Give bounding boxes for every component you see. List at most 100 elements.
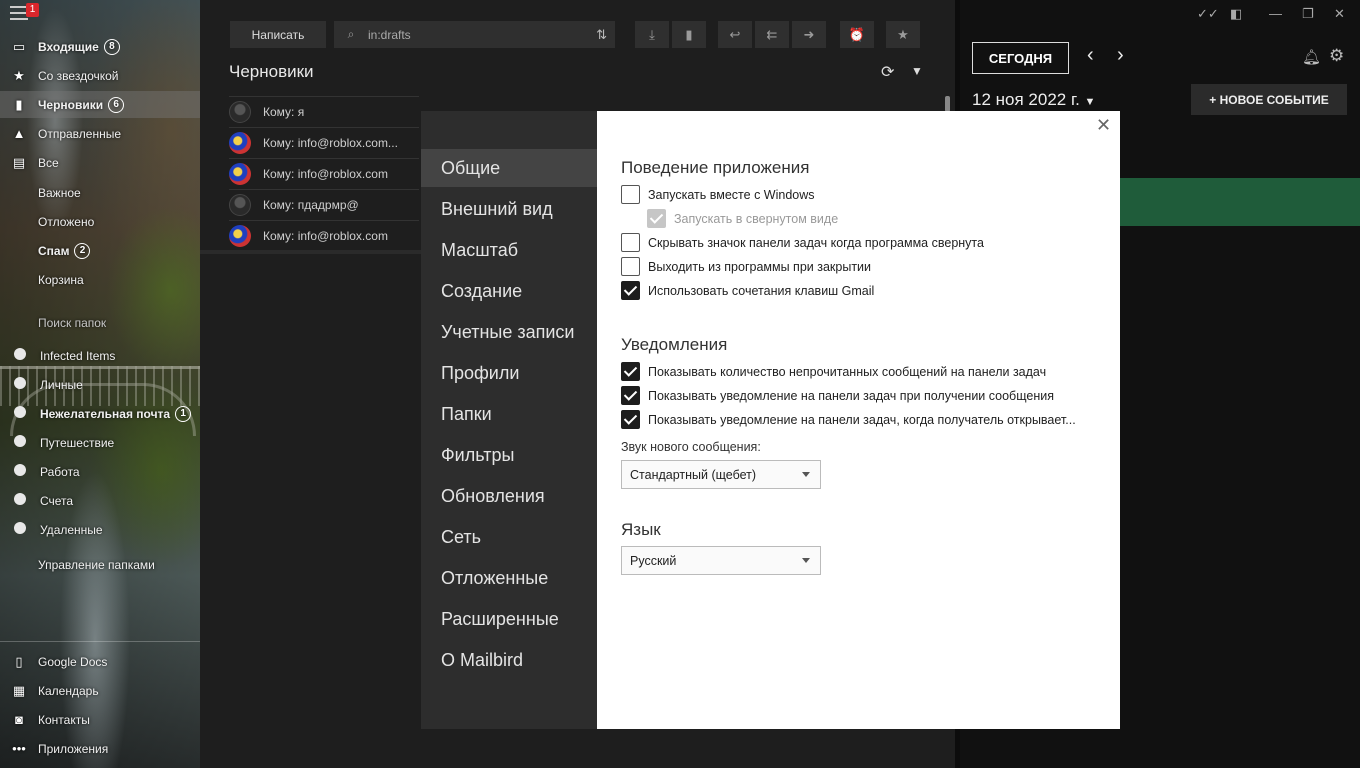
sidebar-item-label: Отложено [38, 214, 95, 229]
checkbox[interactable] [621, 185, 640, 204]
settings-nav: Общие Внешний вид Масштаб Создание Учетные з… [421, 111, 597, 729]
settings-tab[interactable]: Создание [421, 272, 597, 310]
sort-icon[interactable]: ⇅ [596, 27, 607, 43]
settings-tab[interactable]: Отложенные [421, 559, 597, 597]
manage-folders-link[interactable]: Управление папками [0, 551, 200, 578]
sidebar-item[interactable]: ▤ Все [0, 149, 200, 176]
sidebar-item[interactable]: ▲ Отправленные [0, 120, 200, 147]
sidebar-item[interactable]: Корзина [0, 266, 200, 293]
today-button[interactable]: СЕГОДНЯ [972, 42, 1069, 74]
chevron-down-icon [802, 558, 810, 563]
minimize-icon[interactable]: — [1269, 6, 1282, 21]
settings-tab[interactable]: Общие [421, 149, 597, 187]
sidebar-item[interactable]: Отложено [0, 208, 200, 235]
mail-search-box[interactable]: ⌕ in:drafts ⇅ [334, 21, 615, 48]
folder-search-input[interactable]: Поиск папок [38, 316, 106, 330]
toggle-panel-icon[interactable]: ◧ [1230, 6, 1242, 22]
sidebar-item[interactable]: ▮ Черновики 6 [0, 91, 200, 118]
sidebar-item[interactable]: Важное [0, 179, 200, 206]
app-item[interactable]: ◙ Контакты [0, 706, 200, 733]
settings-tab[interactable]: Учетные записи [421, 313, 597, 351]
folder-item[interactable]: Счета [0, 487, 200, 514]
snooze-icon[interactable]: ⏰ [840, 21, 874, 48]
sidebar-item[interactable]: ▭ Входящие 8 [0, 33, 200, 60]
folder-dot-icon [0, 464, 40, 479]
checkbox[interactable] [621, 281, 640, 300]
mail-row[interactable]: Кому: info@roblox.com... [229, 127, 419, 157]
settings-option[interactable]: Использовать сочетания клавиш Gmail [621, 281, 874, 300]
settings-tab[interactable]: Внешний вид [421, 190, 597, 228]
mail-recipient: Кому: info@roblox.com [263, 166, 388, 181]
compose-button[interactable]: Написать [230, 21, 326, 48]
mark-read-icon[interactable]: ✓✓ [1197, 6, 1219, 22]
star-icon[interactable]: ★ [886, 21, 920, 48]
maximize-icon[interactable]: ❐ [1302, 6, 1314, 22]
settings-tab[interactable]: Профили [421, 354, 597, 392]
checkbox[interactable] [621, 386, 640, 405]
mail-row[interactable]: Кому: пдадрмр@ [229, 189, 419, 219]
folder-item[interactable]: Нежелательная почта 1 [0, 400, 200, 427]
checkbox[interactable] [621, 362, 640, 381]
settings-tab[interactable]: О Mailbird [421, 641, 597, 679]
search-input[interactable]: in:drafts [368, 28, 411, 42]
folder-item[interactable]: Работа [0, 458, 200, 485]
option-label: Показывать уведомление на панели задач, … [648, 412, 1076, 427]
calendar-date-picker[interactable]: 12 ноя 2022 г. ▼ [972, 90, 1095, 110]
folder-item[interactable]: Путешествие [0, 429, 200, 456]
close-icon[interactable]: ✕ [1096, 115, 1111, 136]
settings-option[interactable]: Показывать уведомление на панели задач, … [621, 410, 1076, 429]
settings-option[interactable]: Показывать количество непрочитанных сооб… [621, 362, 1046, 381]
settings-tab[interactable]: Фильтры [421, 436, 597, 474]
mail-scrollbar[interactable] [945, 96, 950, 112]
chevron-right-icon[interactable]: › [1117, 44, 1124, 67]
language-select[interactable]: Русский [621, 546, 821, 575]
archive-icon[interactable]: ⤓ [635, 21, 669, 48]
mail-row[interactable]: Кому: info@roblox.com [229, 158, 419, 188]
folder-item-label: Путешествие [40, 435, 115, 450]
app-item[interactable]: ▦ Календарь [0, 677, 200, 704]
checkbox[interactable] [621, 257, 640, 276]
bell-icon[interactable]: 🔔︎ [1302, 48, 1321, 66]
folder-title: Черновики [229, 62, 314, 81]
folder-color-dot [14, 464, 26, 476]
settings-option[interactable]: Запускать вместе с Windows [621, 185, 815, 204]
checkbox[interactable] [621, 410, 640, 429]
folder-color-dot [14, 406, 26, 418]
settings-option[interactable]: Скрывать значок панели задач когда прогр… [621, 233, 984, 252]
search-icon: ⌕ [347, 27, 355, 41]
settings-option[interactable]: Выходить из программы при закрытии [621, 257, 871, 276]
settings-tab[interactable]: Сеть [421, 518, 597, 556]
app-item[interactable]: ▯ Google Docs [0, 648, 200, 675]
folder-item[interactable]: Infected Items [0, 342, 200, 369]
mail-row[interactable]: Кому: я [229, 96, 419, 126]
folder-item[interactable]: Удаленные [0, 516, 200, 543]
chevron-left-icon[interactable]: ‹ [1087, 44, 1094, 67]
trash-icon[interactable]: ▮ [672, 21, 706, 48]
settings-tab[interactable]: Масштаб [421, 231, 597, 269]
settings-tab[interactable]: Обновления [421, 477, 597, 515]
reply-all-icon[interactable]: ⇇ [755, 21, 789, 48]
calendar-event[interactable] [1120, 178, 1360, 226]
checkbox[interactable] [621, 233, 640, 252]
forward-icon[interactable]: ➜ [792, 21, 826, 48]
star-icon: ★ [13, 67, 25, 83]
settings-tab[interactable]: Папки [421, 395, 597, 433]
sound-select[interactable]: Стандартный (щебет) [621, 460, 821, 489]
settings-tab[interactable]: Расширенные [421, 600, 597, 638]
sidebar-item[interactable]: Спам 2 [0, 237, 200, 264]
mail-row[interactable]: Кому: info@roblox.com [229, 220, 419, 250]
chevron-down-icon[interactable]: ▼ [911, 64, 923, 78]
folder-item-label: Личные [40, 377, 83, 392]
settings-option[interactable]: Показывать уведомление на панели задач п… [621, 386, 1054, 405]
gear-icon[interactable]: ⚙ [1329, 46, 1344, 66]
close-window-icon[interactable]: ✕ [1334, 6, 1345, 22]
refresh-icon[interactable]: ⟳ [881, 62, 894, 82]
calendar-icon: ▦ [12, 682, 26, 698]
new-event-button[interactable]: + НОВОЕ СОБЫТИЕ [1191, 84, 1347, 115]
sidebar-item-label: Со звездочкой [38, 68, 119, 83]
reply-icon[interactable]: ↩ [718, 21, 752, 48]
sidebar-item[interactable]: ★ Со звездочкой [0, 62, 200, 89]
unread-count-badge: 2 [74, 242, 91, 259]
folder-item[interactable]: Личные [0, 371, 200, 398]
app-item[interactable]: ••• Приложения [0, 735, 200, 762]
